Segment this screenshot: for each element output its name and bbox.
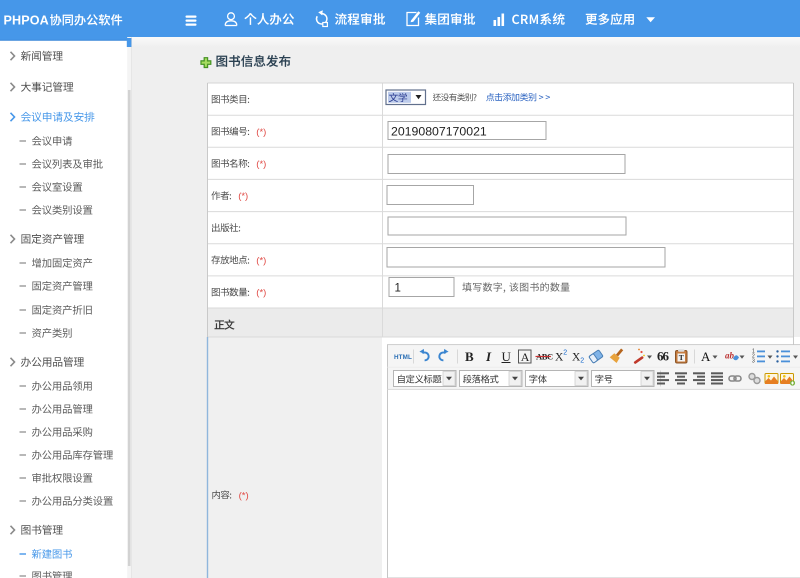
svg-text:(*): (*)	[239, 490, 249, 501]
svg-text:(*): (*)	[256, 255, 266, 266]
svg-text:2: 2	[580, 358, 584, 365]
svg-text:ab: ab	[725, 351, 735, 361]
svg-text:I: I	[485, 349, 492, 364]
svg-text:(*): (*)	[238, 191, 248, 202]
svg-text:A: A	[521, 350, 530, 364]
svg-text:B: B	[465, 349, 474, 364]
svg-text:HTML: HTML	[394, 354, 412, 361]
svg-text:2: 2	[563, 350, 567, 357]
svg-text:PHPOA: PHPOA	[4, 13, 49, 27]
svg-text:U: U	[502, 349, 512, 364]
svg-text:(*): (*)	[256, 288, 266, 299]
svg-text:A: A	[701, 349, 711, 364]
svg-text:(*): (*)	[256, 159, 266, 170]
svg-text:3: 3	[752, 359, 755, 365]
svg-text:T: T	[679, 353, 684, 362]
svg-text:66: 66	[657, 349, 670, 364]
svg-text:20190807170021: 20190807170021	[391, 125, 487, 139]
svg-text:1: 1	[395, 283, 401, 295]
svg-text:(*): (*)	[256, 127, 266, 138]
